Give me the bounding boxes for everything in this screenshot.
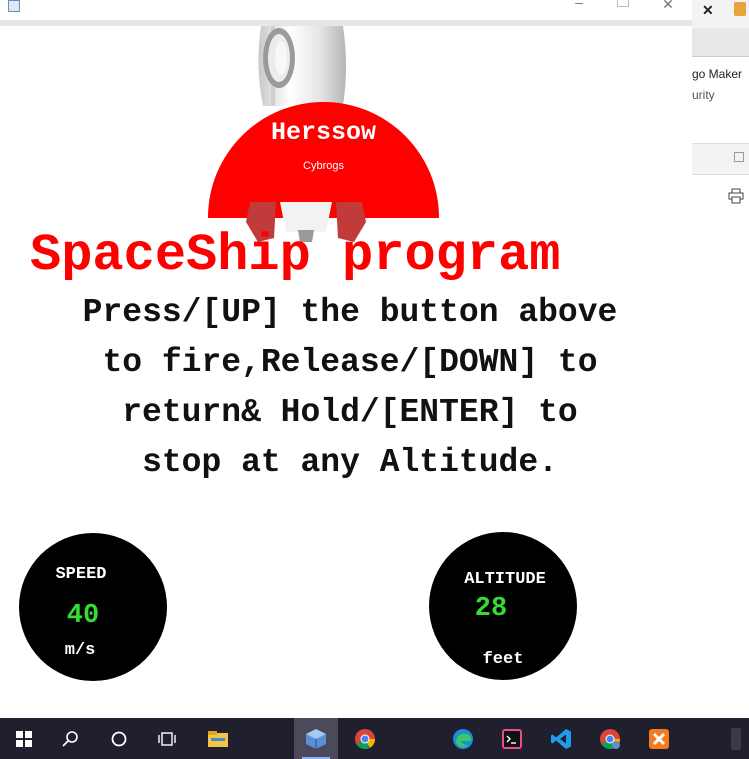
background-titlebar: ✕ <box>690 0 749 29</box>
launch-button[interactable]: Herssow Cybrogs <box>208 102 439 218</box>
window-titlebar: – ✕ <box>0 0 692 26</box>
instruction-line: Press/[UP] the button above <box>82 294 618 331</box>
task-view-icon[interactable] <box>145 718 189 759</box>
app-content: Herssow Cybrogs SpaceShip program Press/… <box>8 26 692 718</box>
background-close-button[interactable]: ✕ <box>702 2 714 19</box>
page-title: SpaceShip program <box>30 226 561 285</box>
background-app-window[interactable]: ✕ go Maker urity <box>690 0 749 718</box>
speed-label: SPEED <box>55 565 107 584</box>
altitude-label: ALTITUDE <box>464 570 546 589</box>
altitude-unit: feet <box>482 650 524 669</box>
edge-icon[interactable] <box>441 718 485 759</box>
virtualbox-icon[interactable] <box>294 718 338 759</box>
taskbar <box>0 718 749 759</box>
vscode-icon[interactable] <box>539 718 583 759</box>
close-button[interactable]: ✕ <box>660 0 676 13</box>
speed-unit: m/s <box>64 641 96 660</box>
windows-start-icon[interactable] <box>2 718 46 759</box>
maximize-button[interactable] <box>617 0 629 7</box>
chrome-icon[interactable] <box>343 718 387 759</box>
brand-title: Herssow <box>270 118 377 147</box>
background-app-logo-icon <box>734 2 746 16</box>
cortana-icon[interactable] <box>97 718 141 759</box>
background-tabstrip <box>690 28 749 57</box>
speed-value: 40 <box>66 601 100 631</box>
speed-gauge: SPEED 40 m/s <box>19 533 167 681</box>
search-icon[interactable] <box>49 718 93 759</box>
instruction-line: stop at any Altitude. <box>142 444 558 481</box>
minimize-button[interactable]: – <box>572 0 586 10</box>
terminal-icon[interactable] <box>490 718 534 759</box>
background-text-1: go Maker <box>692 67 743 81</box>
java-icon <box>8 0 20 12</box>
instruction-line: return& Hold/[ENTER] to <box>122 394 578 431</box>
background-panel-header <box>690 143 749 175</box>
chrome-profile-icon[interactable] <box>588 718 632 759</box>
print-icon[interactable] <box>728 188 744 209</box>
instructions-text: Press/[UP] the button above to fire,Rele… <box>8 288 692 488</box>
restore-icon[interactable] <box>734 152 744 162</box>
file-explorer-icon[interactable] <box>196 718 240 759</box>
brand-subtitle: Cybrogs <box>303 160 344 172</box>
spaceship-app-window: – ✕ Herssow Cybrogs SpaceShip program Pr… <box>0 0 692 718</box>
altitude-value: 28 <box>474 594 508 624</box>
xampp-icon[interactable] <box>637 718 681 759</box>
taskbar-overflow[interactable] <box>722 718 749 759</box>
altitude-gauge: ALTITUDE 28 feet <box>429 532 577 680</box>
background-text-2: urity <box>692 88 715 102</box>
instruction-line: to fire,Release/[DOWN] to <box>102 344 598 381</box>
